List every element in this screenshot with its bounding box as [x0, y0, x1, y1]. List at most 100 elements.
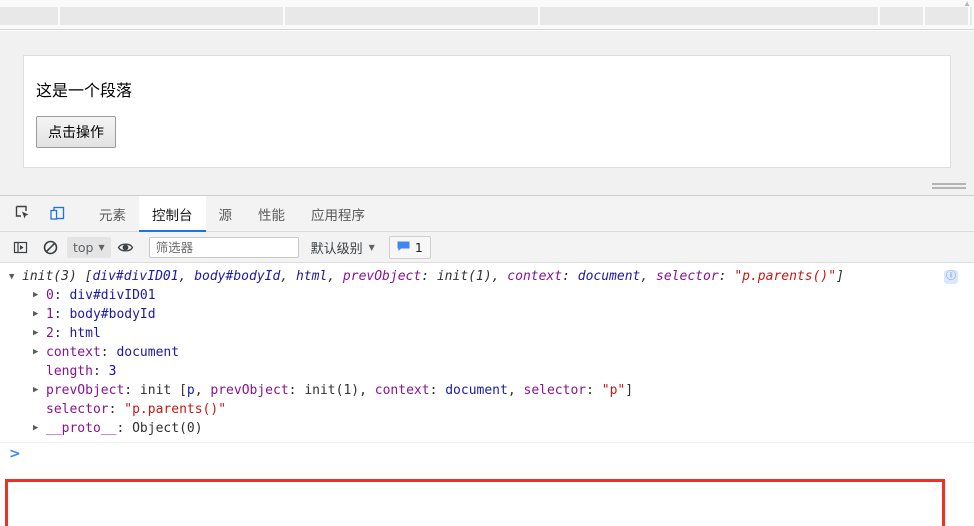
strip-caret-icon: ▲	[963, 0, 971, 8]
log-token: prevObject	[46, 383, 125, 398]
log-token: : init(1),	[288, 383, 375, 398]
panel-resize-grip[interactable]	[932, 183, 966, 191]
device-toolbar-icon[interactable]	[40, 199, 74, 229]
disclosure-triangle-icon[interactable]: ▶	[33, 324, 38, 343]
log-token: "p"	[601, 383, 626, 398]
browser-toolbar-cell	[540, 7, 880, 25]
tab-源[interactable]: 源	[206, 196, 246, 232]
log-token: html	[295, 269, 328, 284]
disclosure-triangle-icon[interactable]: ▼	[9, 268, 14, 286]
log-token: ,	[327, 269, 343, 284]
devtools-screenshot: ▲ 这是一个段落 点击操作 元素 控制台 源 性能 应用程序 top ▼ 筛选器…	[0, 0, 974, 526]
browser-toolbar-cells	[0, 7, 974, 25]
log-token: 1	[46, 307, 54, 322]
page-viewport: 这是一个段落 点击操作	[23, 55, 951, 168]
execution-context-selector[interactable]: top ▼	[67, 236, 111, 258]
tab-应用程序[interactable]: 应用程序	[298, 196, 378, 232]
browser-toolbar-cell	[880, 7, 925, 25]
browser-toolbar-cell	[0, 7, 60, 25]
tab-元素[interactable]: 元素	[86, 196, 139, 232]
tab-控制台[interactable]: 控制台	[139, 195, 206, 232]
disclosure-triangle-icon[interactable]: ▶	[33, 343, 38, 362]
log-token: selector	[46, 402, 109, 417]
log-token: document	[577, 269, 641, 284]
log-token: context	[374, 383, 430, 398]
console-filter-input[interactable]	[148, 236, 299, 258]
log-token: :	[92, 364, 109, 379]
log-token: init(3)	[22, 269, 85, 284]
log-token: body#bodyId	[194, 269, 281, 284]
log-token: p	[186, 383, 195, 398]
console-output: ▼ init(3) [div#divID01, body#bodyId, htm…	[0, 263, 974, 525]
devtools-panel: 元素 控制台源性能 应用程序 top ▼ 筛选器 默认级别 ▼ 1 ▼ init…	[0, 195, 974, 526]
log-token: body#bodyId	[69, 307, 156, 322]
browser-toolbar-cell	[970, 7, 974, 25]
log-entry-properties: ▶ 0: div#divID01 ▶ 1: body#bodyId ▶ 2: html ▶ c…	[0, 286, 974, 438]
log-property-row[interactable]: ▶ 0: div#divID01	[0, 286, 974, 305]
live-expression-icon[interactable]	[111, 235, 141, 259]
devtools-tabs: 元素 控制台源性能 应用程序	[86, 195, 378, 232]
log-token: context	[46, 345, 101, 360]
log-token: :	[53, 307, 70, 322]
log-token: ,	[194, 383, 211, 398]
log-property-row[interactable]: ▶ prevObject: init [p, prevObject: init(1…	[0, 381, 974, 400]
browser-toolbar-cell	[60, 7, 285, 25]
disclosure-triangle-icon[interactable]: ▶	[33, 305, 38, 324]
log-token: :	[562, 269, 578, 284]
chevron-down-icon: ▼	[98, 242, 105, 252]
log-token: ]	[836, 269, 844, 284]
disclosure-triangle-icon[interactable]: ▶	[33, 286, 38, 305]
log-token: selector	[656, 269, 719, 284]
browser-toolbar-strip: ▲	[0, 0, 974, 30]
log-token: selector	[523, 383, 587, 398]
log-property-row[interactable]: ▶ __proto__: Object(0)	[0, 419, 974, 438]
tab-性能[interactable]: 性能	[245, 196, 298, 232]
log-token: :	[53, 288, 70, 303]
log-token: : init(1),	[421, 269, 508, 284]
log-token: prevObject	[342, 269, 422, 284]
log-property-row[interactable]: selector: "p.parents()"	[0, 400, 974, 419]
chevron-down-icon: ▼	[368, 242, 375, 252]
disclosure-triangle-icon[interactable]: ▶	[33, 419, 38, 438]
devtools-tabbar: 元素 控制台源性能 应用程序	[0, 195, 974, 232]
log-token: "p.parents()"	[124, 402, 227, 417]
inspect-element-icon[interactable]	[6, 199, 40, 229]
log-token: ,	[640, 269, 657, 284]
log-token: document	[116, 345, 180, 360]
log-entry-preview: init(3) [div#divID01, body#bodyId, html,…	[22, 268, 844, 286]
log-level-selector[interactable]: 默认级别 ▼	[311, 238, 375, 257]
log-property-row[interactable]: ▶ context: document	[0, 343, 974, 362]
log-token: : Object(0)	[116, 421, 203, 436]
log-token: 2	[46, 326, 54, 341]
info-icon[interactable]: ⓘ	[944, 270, 958, 284]
log-token: "p.parents()"	[734, 269, 837, 284]
log-token: 3	[108, 364, 117, 379]
message-count-icon	[397, 240, 410, 255]
message-count-badge[interactable]: 1	[388, 235, 431, 259]
log-token: ]	[625, 383, 634, 398]
console-prompt[interactable]: >	[0, 443, 974, 465]
page-action-button[interactable]: 点击操作	[36, 116, 116, 148]
log-token: :	[718, 269, 735, 284]
disclosure-triangle-icon[interactable]: ▶	[33, 381, 38, 400]
log-token: ,	[507, 383, 524, 398]
log-token: : init [	[124, 383, 187, 398]
log-entry-header[interactable]: ▼ init(3) [div#divID01, body#bodyId, htm…	[0, 268, 974, 286]
log-token: __proto__	[46, 421, 117, 436]
log-token: 0	[46, 288, 54, 303]
page-paragraph: 这是一个段落	[36, 81, 133, 100]
console-sidebar-icon[interactable]	[5, 235, 35, 259]
log-property-row[interactable]: ▶ 1: body#bodyId	[0, 305, 974, 324]
log-token: html	[69, 326, 101, 341]
log-property-row[interactable]: length: 3	[0, 362, 974, 381]
log-token: :	[586, 383, 602, 398]
execution-context-value: top	[73, 239, 94, 255]
log-token: :	[100, 345, 117, 360]
console-toolbar: top ▼ 默认级别 ▼ 1	[0, 232, 974, 263]
log-token: :	[429, 383, 446, 398]
log-property-row[interactable]: ▶ 2: html	[0, 324, 974, 343]
browser-toolbar-cell	[285, 7, 540, 25]
clear-console-icon[interactable]	[35, 235, 65, 259]
console-log-entry[interactable]: ▼ init(3) [div#divID01, body#bodyId, htm…	[0, 263, 974, 443]
log-token: document	[445, 383, 508, 398]
